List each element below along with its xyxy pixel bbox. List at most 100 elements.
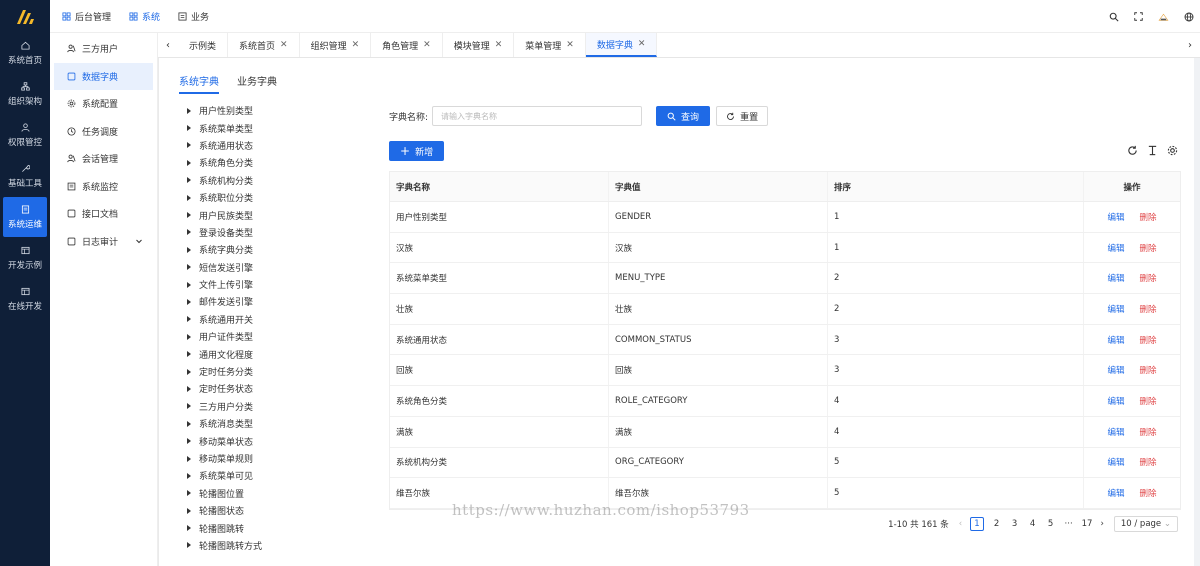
rail-item-2[interactable]: 权限管控 — [0, 115, 50, 155]
dict-name-input[interactable]: 请输入字典名称 — [432, 106, 643, 126]
top-nav-item-2[interactable]: 业务 — [178, 10, 209, 23]
tree-node[interactable]: 通用文化程度 — [183, 345, 373, 362]
fullscreen-icon[interactable] — [1133, 11, 1144, 22]
caret-right-icon[interactable] — [187, 403, 191, 410]
tree-node[interactable]: 邮件发送引擎 — [183, 293, 373, 310]
rail-item-1[interactable]: 组织架构 — [0, 74, 50, 114]
globe-icon[interactable] — [1183, 11, 1194, 22]
caret-right-icon[interactable] — [187, 472, 191, 479]
page-number[interactable]: 5 — [1046, 519, 1056, 529]
submenu-item-5[interactable]: 系统监控 — [50, 173, 157, 201]
close-icon[interactable]: ✕ — [280, 40, 288, 50]
rail-item-3[interactable]: 基础工具 — [0, 156, 50, 196]
delete-link[interactable]: 删除 — [1140, 487, 1157, 499]
tree-node[interactable]: 轮播图状态 — [183, 502, 373, 519]
tree-node[interactable]: 用户证件类型 — [183, 328, 373, 345]
prev-page-icon[interactable]: ‹ — [959, 519, 962, 529]
caret-right-icon[interactable] — [187, 229, 191, 236]
tree-node[interactable]: 短信发送引擎 — [183, 259, 373, 276]
top-nav-item-1[interactable]: 系统 — [129, 10, 160, 23]
tree-node[interactable]: 系统菜单类型 — [183, 119, 373, 136]
submenu-item-3[interactable]: 任务调度 — [50, 118, 157, 146]
tree-node[interactable]: 系统职位分类 — [183, 189, 373, 206]
page-size-select[interactable]: 10 / page ⌄ — [1113, 516, 1178, 532]
page-number[interactable]: ··· — [1064, 519, 1074, 529]
query-button[interactable]: 查询 — [656, 106, 711, 126]
delete-link[interactable]: 删除 — [1140, 364, 1157, 376]
rail-item-6[interactable]: 在线开发 — [0, 279, 50, 319]
tree-node[interactable]: 系统菜单可见 — [183, 467, 373, 484]
delete-link[interactable]: 删除 — [1140, 242, 1157, 254]
caret-right-icon[interactable] — [187, 107, 191, 114]
edit-link[interactable]: 编辑 — [1107, 211, 1124, 223]
caret-right-icon[interactable] — [187, 525, 191, 532]
tree-node[interactable]: 系统通用状态 — [183, 137, 373, 154]
refresh-icon[interactable] — [1126, 144, 1138, 156]
submenu-item-7[interactable]: 日志审计 — [50, 228, 157, 256]
caret-right-icon[interactable] — [187, 194, 191, 201]
close-icon[interactable]: ✕ — [352, 40, 360, 50]
tree-node[interactable]: 用户民族类型 — [183, 206, 373, 223]
caret-right-icon[interactable] — [187, 420, 191, 427]
caret-right-icon[interactable] — [187, 246, 191, 253]
tree-node[interactable]: 三方用户分类 — [183, 398, 373, 415]
tree-node[interactable]: 定时任务分类 — [183, 363, 373, 380]
edit-link[interactable]: 编辑 — [1107, 426, 1124, 438]
page-number[interactable]: 2 — [992, 519, 1002, 529]
dict-tab-1[interactable]: 业务字典 — [237, 68, 277, 94]
caret-right-icon[interactable] — [187, 316, 191, 323]
submenu-item-4[interactable]: 会话管理 — [50, 145, 157, 173]
tab-4[interactable]: 模块管理 ✕ — [443, 33, 515, 57]
dict-tab-0[interactable]: 系统字典 — [179, 68, 219, 94]
caret-right-icon[interactable] — [187, 212, 191, 219]
tree-node[interactable]: 移动菜单状态 — [183, 432, 373, 449]
caret-right-icon[interactable] — [187, 368, 191, 375]
next-page-icon[interactable]: › — [1100, 519, 1103, 529]
caret-right-icon[interactable] — [187, 438, 191, 445]
tab-0[interactable]: 示例类 — [178, 33, 229, 57]
edit-link[interactable]: 编辑 — [1107, 364, 1124, 376]
top-nav-item-0[interactable]: 后台管理 — [62, 10, 111, 23]
tree-node[interactable]: 轮播图跳转方式 — [183, 537, 373, 554]
edit-link[interactable]: 编辑 — [1107, 272, 1124, 284]
delete-link[interactable]: 删除 — [1140, 272, 1157, 284]
caret-right-icon[interactable] — [187, 351, 191, 358]
edit-link[interactable]: 编辑 — [1107, 334, 1124, 346]
caret-right-icon[interactable] — [187, 177, 191, 184]
page-number[interactable]: 17 — [1082, 519, 1093, 529]
tab-1[interactable]: 系统首页 ✕ — [228, 33, 300, 57]
tab-6[interactable]: 数据字典 ✕ — [585, 33, 658, 57]
tree-node[interactable]: 系统字典分类 — [183, 241, 373, 258]
reset-button[interactable]: 重置 — [716, 106, 769, 126]
close-icon[interactable]: ✕ — [495, 40, 503, 50]
tabs-scroll-left-icon[interactable]: ‹ — [158, 33, 178, 57]
tree-node[interactable]: 系统角色分类 — [183, 154, 373, 171]
tree-node[interactable]: 移动菜单规则 — [183, 450, 373, 467]
close-icon[interactable]: ✕ — [566, 40, 574, 50]
edit-link[interactable]: 编辑 — [1107, 487, 1124, 499]
delete-link[interactable]: 删除 — [1140, 334, 1157, 346]
caret-right-icon[interactable] — [187, 333, 191, 340]
page-number[interactable]: 4 — [1028, 519, 1038, 529]
caret-right-icon[interactable] — [187, 264, 191, 271]
caret-right-icon[interactable] — [187, 490, 191, 497]
delete-link[interactable]: 删除 — [1140, 456, 1157, 468]
avatar[interactable] — [1158, 11, 1169, 22]
tree-node[interactable]: 系统通用开关 — [183, 311, 373, 328]
tabs-scroll-right-icon[interactable]: › — [1180, 33, 1200, 58]
page-number[interactable]: 1 — [970, 517, 984, 531]
edit-link[interactable]: 编辑 — [1107, 395, 1124, 407]
tree-node[interactable]: 轮播图位置 — [183, 485, 373, 502]
delete-link[interactable]: 删除 — [1140, 211, 1157, 223]
tree-node[interactable]: 登录设备类型 — [183, 224, 373, 241]
settings-icon[interactable] — [1166, 144, 1178, 156]
edit-link[interactable]: 编辑 — [1107, 242, 1124, 254]
tree-node[interactable]: 系统消息类型 — [183, 415, 373, 432]
tab-3[interactable]: 角色管理 ✕ — [371, 33, 443, 57]
delete-link[interactable]: 删除 — [1140, 395, 1157, 407]
tree-node[interactable]: 定时任务状态 — [183, 380, 373, 397]
caret-right-icon[interactable] — [187, 385, 191, 392]
delete-link[interactable]: 删除 — [1140, 426, 1157, 438]
tab-5[interactable]: 菜单管理 ✕ — [514, 33, 586, 57]
caret-right-icon[interactable] — [187, 542, 191, 549]
